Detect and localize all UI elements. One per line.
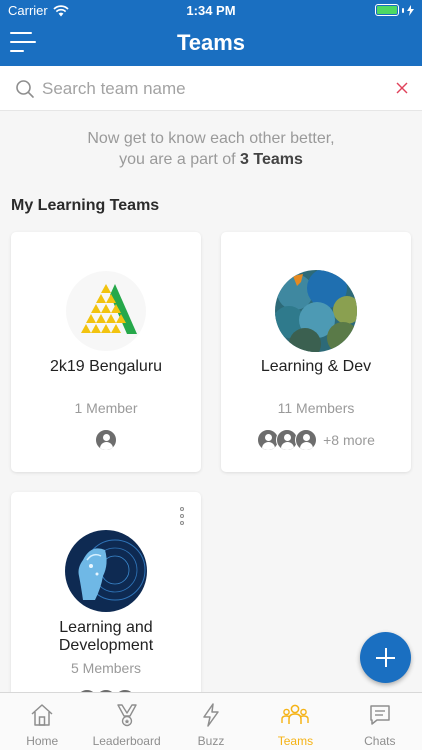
status-bar: Carrier 1:34 PM [0, 0, 422, 22]
home-icon [31, 704, 53, 726]
team-icon [281, 704, 310, 724]
tab-label: Chats [364, 734, 396, 748]
section-title: My Learning Teams [11, 197, 160, 214]
team-name: 2k19 Bengaluru [49, 358, 163, 375]
clear-search-icon[interactable] [394, 80, 410, 96]
tab-leaderboard[interactable]: Leaderboard [84, 693, 168, 750]
tab-home[interactable]: Home [0, 693, 84, 750]
team-photo [275, 270, 357, 352]
tab-bar: Home Leaderboard Buzz Teams Chats [0, 692, 422, 750]
tab-buzz[interactable]: Buzz [169, 693, 253, 750]
search-input[interactable] [42, 74, 382, 104]
tab-teams[interactable]: Teams [253, 693, 337, 750]
more-members-label: +8 more [323, 432, 375, 448]
page-title: Teams [176, 30, 246, 55]
team-avatar [65, 530, 147, 612]
team-name: Learning & Dev [260, 358, 372, 375]
tab-chats[interactable]: Chats [338, 693, 422, 750]
battery-icon [375, 4, 414, 16]
intro-text: Now get to know each other better, you a… [87, 130, 335, 168]
member-avatar-icon [295, 429, 318, 451]
member-count: 1 Member [74, 400, 138, 416]
lightning-icon [203, 703, 219, 727]
team-card[interactable]: Learning and Development 5 Members [11, 492, 201, 702]
tab-label: Leaderboard [92, 734, 161, 748]
add-team-button[interactable] [360, 632, 411, 683]
charging-icon [407, 4, 414, 16]
clock: 1:34 PM [186, 3, 236, 18]
more-options-icon[interactable] [179, 507, 185, 527]
trophy-icon [116, 704, 137, 727]
member-avatar-icon [95, 429, 117, 451]
tab-label: Teams [277, 734, 314, 748]
team-card[interactable]: Learning & Dev 11 Members +8 more [221, 232, 411, 472]
member-count: 5 Members [70, 660, 142, 676]
member-avatars [11, 429, 201, 451]
team-logo [66, 271, 146, 351]
search-icon [16, 80, 34, 98]
team-name: Learning and Development [58, 619, 154, 654]
member-count: 11 Members [277, 400, 355, 416]
team-avatar [275, 270, 357, 352]
tab-label: Buzz [197, 734, 225, 748]
chat-icon [370, 705, 390, 725]
team-photo [65, 530, 147, 612]
team-card[interactable]: 2k19 Bengaluru 1 Member [11, 232, 201, 472]
member-avatars: +8 more [221, 429, 411, 451]
search-bar [0, 66, 422, 111]
app-header: Carrier 1:34 PM Teams [0, 0, 422, 66]
team-count: 3 Teams [240, 151, 303, 168]
tab-label: Home [26, 734, 59, 748]
team-avatar [65, 270, 147, 352]
